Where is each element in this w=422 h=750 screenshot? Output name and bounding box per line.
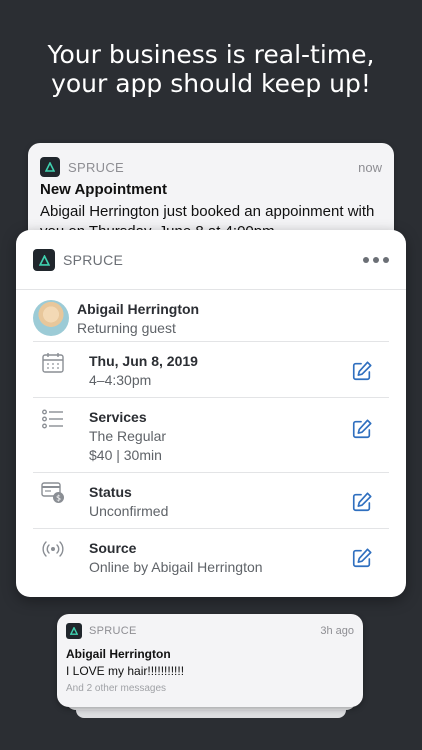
services-row: Services The Regular $40 | 30min xyxy=(33,398,389,473)
edit-icon[interactable] xyxy=(351,360,373,382)
more-icon[interactable] xyxy=(363,257,389,263)
spruce-logo-icon xyxy=(33,249,55,271)
notification-header: SPRUCE 3h ago xyxy=(66,623,354,639)
guest-status: Returning guest xyxy=(77,320,176,336)
notification-body: I LOVE my hair!!!!!!!!!!! xyxy=(66,664,185,678)
services-title: Services xyxy=(89,409,147,425)
status-row: $ Status Unconfirmed xyxy=(33,473,389,529)
date-row: Thu, Jun 8, 2019 4–4:30pm xyxy=(33,342,389,398)
edit-icon[interactable] xyxy=(351,418,373,440)
service-price: $40 | 30min xyxy=(89,447,162,463)
notification-title: New Appointment xyxy=(40,181,167,198)
edit-icon[interactable] xyxy=(351,547,373,569)
status-value: Unconfirmed xyxy=(89,503,169,519)
guest-row[interactable]: Abigail Herrington Returning guest xyxy=(33,292,389,342)
message-notification[interactable]: SPRUCE 3h ago Abigail Herrington I LOVE … xyxy=(57,614,363,707)
notification-app-name: SPRUCE xyxy=(89,625,137,637)
service-name: The Regular xyxy=(89,428,167,444)
calendar-icon xyxy=(42,353,64,373)
headline-line-1: Your business is real-time, xyxy=(47,40,375,69)
headline: Your business is real-time, your app sho… xyxy=(0,40,422,98)
divider xyxy=(16,289,406,290)
headline-line-2: your app should keep up! xyxy=(51,69,371,98)
source-value: Online by Abigail Herrington xyxy=(89,559,263,575)
notification-time: 3h ago xyxy=(320,625,354,637)
status-title: Status xyxy=(89,484,132,500)
notification-title: Abigail Herrington xyxy=(66,647,171,661)
guest-name: Abigail Herrington xyxy=(77,301,200,317)
source-row: Source Online by Abigail Herrington xyxy=(33,529,389,585)
date-time: 4–4:30pm xyxy=(89,372,152,388)
list-icon xyxy=(42,409,63,429)
date-title: Thu, Jun 8, 2019 xyxy=(89,353,198,369)
avatar xyxy=(33,300,69,336)
notification-header: SPRUCE now xyxy=(40,157,382,177)
svg-text:$: $ xyxy=(56,494,61,503)
notification-more-count: And 2 other messages xyxy=(66,683,167,694)
spruce-logo-icon xyxy=(40,157,60,177)
edit-icon[interactable] xyxy=(351,491,373,513)
card-header: SPRUCE xyxy=(33,248,389,272)
broadcast-icon xyxy=(42,541,64,557)
spruce-logo-icon xyxy=(66,623,82,639)
notification-app-name: SPRUCE xyxy=(68,159,124,175)
source-title: Source xyxy=(89,540,137,556)
card-app-name: SPRUCE xyxy=(63,252,124,268)
appointment-card: SPRUCE Abigail Herrington Returning gues… xyxy=(16,230,406,597)
notification-time: now xyxy=(358,159,382,175)
billing-icon: $ xyxy=(41,482,64,503)
